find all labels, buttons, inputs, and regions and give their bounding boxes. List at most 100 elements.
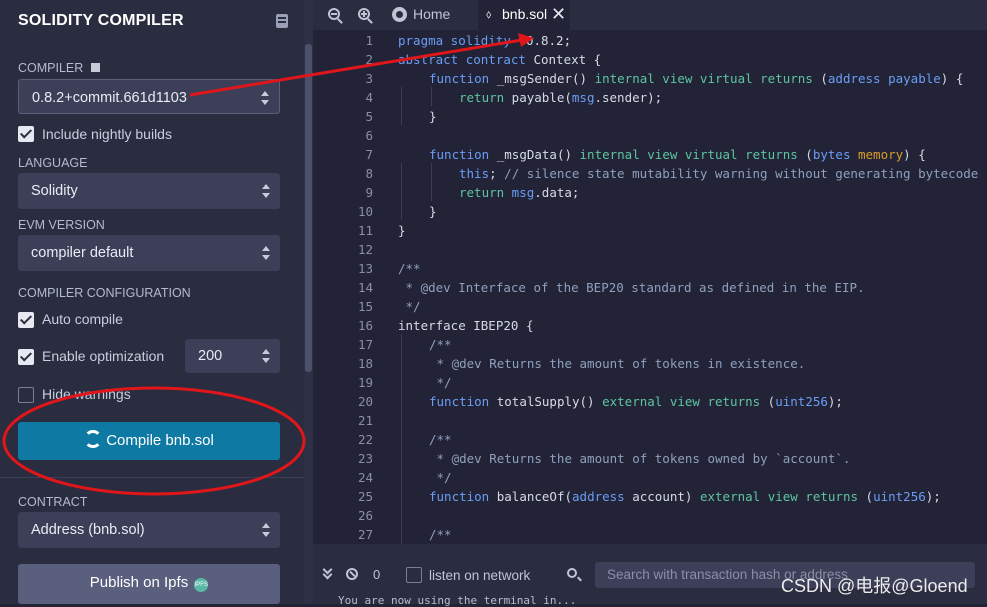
auto-compile-label: Auto compile <box>42 311 123 327</box>
close-icon[interactable]: ✕ <box>551 0 566 28</box>
code-line-2: abstract contract Context { <box>398 52 602 67</box>
add-compiler-icon[interactable] <box>90 63 100 72</box>
hide-warnings-label: Hide warnings <box>42 386 131 402</box>
watermark: CSDN @电报@Gloend <box>781 576 968 596</box>
line-number: 14 <box>357 280 373 295</box>
sidebar-title: SOLIDITY COMPILER <box>18 12 184 29</box>
line-number: 11 <box>357 223 373 238</box>
code-line-23: * @dev Returns the amount of tokens owne… <box>429 451 851 466</box>
indent-guide <box>401 163 402 220</box>
hide-warnings-checkbox[interactable] <box>18 387 34 403</box>
compiler-sidebar: SOLIDITY COMPILER COMPILER 0.8.2+commit.… <box>0 0 304 604</box>
compiler-version-value: 0.8.2+commit.661d1103 <box>32 90 187 106</box>
pending-tx-count: 0 <box>373 567 381 582</box>
auto-compile-checkbox[interactable] <box>18 312 34 328</box>
code-editor[interactable]: 1 2 3 4 5 6 7 8 9 10 11 12 13 14 15 16 17 18 19 20 21 22 23 24 2… <box>313 30 987 544</box>
code-line-7: function _msgData() internal view virtua… <box>429 147 926 162</box>
code-line-1: pragma solidity ^0.8.2; <box>398 33 572 48</box>
optimization-runs-input[interactable]: 200 <box>185 339 280 373</box>
search-icon <box>567 568 577 578</box>
line-number: 27 <box>357 527 373 542</box>
code-line-22: /** <box>429 432 452 447</box>
line-number: 20 <box>357 394 373 409</box>
code-line-3: function _msgSender() internal view virt… <box>429 71 964 86</box>
tab-home[interactable]: Home <box>413 0 450 30</box>
refresh-icon <box>84 430 103 448</box>
compile-button-label: Compile bnb.sol <box>106 432 214 449</box>
terminal-output: You are now using the terminal in... <box>338 594 577 607</box>
listen-network-label: listen on network <box>429 568 531 583</box>
compiler-version-select[interactable]: 0.8.2+commit.661d1103 <box>18 79 280 114</box>
line-number: 22 <box>357 432 373 447</box>
line-number: 5 <box>365 109 373 124</box>
code-line-18: * @dev Returns the amount of tokens in e… <box>429 356 806 371</box>
code-line-5: } <box>429 109 437 124</box>
line-number: 23 <box>357 451 373 466</box>
sidebar-scrollbar[interactable] <box>305 44 312 372</box>
publish-ipfs-button[interactable]: Publish on Ipfs IPFS <box>18 564 280 604</box>
code-line-25: function balanceOf(address account) exte… <box>429 489 941 504</box>
editor-tab-bar: Home ⬨ bnb.sol ✕ <box>313 0 987 30</box>
contract-label: CONTRACT <box>18 495 88 509</box>
code-line-10: } <box>429 204 437 219</box>
compile-button[interactable]: Compile bnb.sol <box>18 422 280 460</box>
code-line-8: this; // silence state mutability warnin… <box>459 166 979 181</box>
line-number: 2 <box>365 52 373 67</box>
collapse-terminal-icon[interactable] <box>323 568 331 578</box>
solidity-icon: ⬨ <box>486 7 492 21</box>
indent-guide <box>401 334 402 544</box>
optimization-checkbox[interactable] <box>18 349 34 365</box>
line-number: 26 <box>357 508 373 523</box>
optimization-runs-value: 200 <box>198 348 223 364</box>
sidebar-divider <box>0 477 304 478</box>
docs-icon[interactable] <box>276 14 288 28</box>
line-number: 18 <box>357 356 373 371</box>
optimization-label: Enable optimization <box>42 348 165 364</box>
clear-terminal-icon[interactable] <box>346 568 358 580</box>
tab-bnb-sol[interactable]: ⬨ bnb.sol ✕ <box>478 0 570 30</box>
code-line-4: return payable(msg.sender); <box>459 90 663 105</box>
contract-select[interactable]: Address (bnb.sol) <box>18 512 280 548</box>
home-icon <box>392 7 407 22</box>
evm-version-label: EVM VERSION <box>18 218 105 232</box>
line-number: 25 <box>357 489 373 504</box>
language-label: LANGUAGE <box>18 156 88 170</box>
line-number: 12 <box>357 242 373 257</box>
select-arrows-icon <box>262 184 270 198</box>
line-number: 10 <box>357 204 373 219</box>
indent-guide <box>401 87 402 125</box>
publish-ipfs-label: Publish on Ipfs <box>89 574 189 591</box>
code-line-14: * @dev Interface of the BEP20 standard a… <box>398 280 865 295</box>
line-number: 3 <box>365 71 373 86</box>
code-line-9: return msg.data; <box>459 185 580 200</box>
line-number: 21 <box>357 413 373 428</box>
line-number: 19 <box>357 375 373 390</box>
compiler-config-label: COMPILER CONFIGURATION <box>18 286 191 300</box>
code-line-16: interface IBEP20 { <box>398 318 534 333</box>
evm-version-value: compiler default <box>31 245 134 261</box>
line-number: 1 <box>365 33 373 48</box>
code-line-13: /** <box>398 261 421 276</box>
line-number: 4 <box>365 90 373 105</box>
nightly-builds-checkbox[interactable] <box>18 126 34 142</box>
indent-guide <box>431 163 432 201</box>
language-select[interactable]: Solidity <box>18 173 280 209</box>
evm-version-select[interactable]: compiler default <box>18 235 280 271</box>
indent-guide <box>431 87 432 106</box>
zoom-out-icon[interactable] <box>328 8 340 20</box>
nightly-builds-label: Include nightly builds <box>42 126 172 142</box>
contract-value: Address (bnb.sol) <box>31 522 145 538</box>
line-number: 8 <box>365 166 373 181</box>
zoom-in-icon[interactable] <box>358 8 370 20</box>
language-value: Solidity <box>31 183 78 199</box>
select-arrows-icon <box>262 523 270 537</box>
line-number: 17 <box>357 337 373 352</box>
code-line-17: /** <box>429 337 452 352</box>
code-line-20: function totalSupply() external view ret… <box>429 394 843 409</box>
code-line-24: */ <box>429 470 452 485</box>
code-line-15: */ <box>398 299 421 314</box>
compiler-label: COMPILER <box>18 61 100 75</box>
listen-network-checkbox[interactable] <box>406 567 422 583</box>
code-line-27: /** <box>429 527 452 542</box>
line-number: 7 <box>365 147 373 162</box>
